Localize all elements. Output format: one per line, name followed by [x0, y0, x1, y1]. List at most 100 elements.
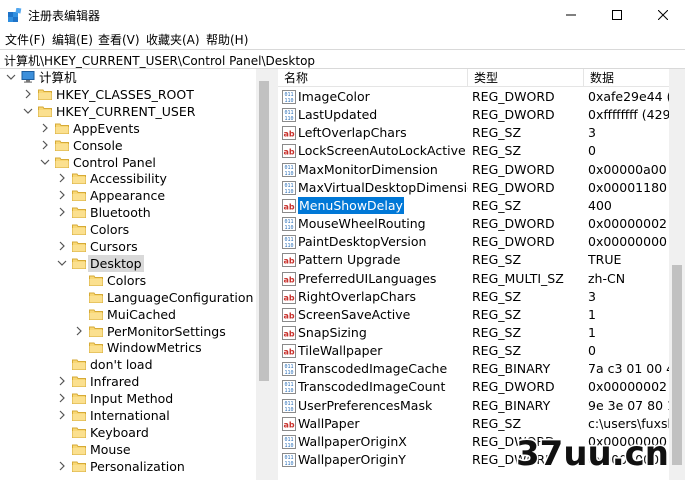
- folder-icon: [72, 241, 86, 252]
- chevron-down-icon[interactable]: [57, 258, 67, 268]
- tree-node[interactable]: PerMonitorSettings: [0, 323, 256, 340]
- value-row[interactable]: 011 110 MaxVirtualDesktopDimension REG_DWOR…: [278, 179, 670, 197]
- chevron-right-icon[interactable]: [57, 190, 67, 200]
- value-row[interactable]: 011 110 TranscodedImageCount REG_DWORD 0x000…: [278, 378, 670, 396]
- value-row[interactable]: ab WallPaper REG_SZ c:\users\fuxshi: [278, 415, 670, 433]
- svg-text:ab: ab: [283, 348, 294, 357]
- tree-node[interactable]: Console: [0, 137, 256, 154]
- chevron-right-icon[interactable]: [57, 376, 67, 386]
- tree-node[interactable]: Personalization: [0, 458, 256, 475]
- list-scrollbar[interactable]: [669, 69, 685, 480]
- tree-node-label: Desktop: [88, 254, 144, 272]
- value-type: REG_SZ: [472, 324, 522, 340]
- menu-file[interactable]: 文件(F): [5, 31, 45, 48]
- tree-node[interactable]: 计算机: [0, 69, 256, 86]
- tree-node[interactable]: Appearance: [0, 187, 256, 204]
- tree-scrollbar[interactable]: [256, 69, 272, 480]
- tree-node-label: Console: [73, 137, 123, 153]
- svg-text:110: 110: [284, 116, 293, 122]
- tree-node[interactable]: Control Panel: [0, 154, 256, 171]
- value-name-text: WallpaperOriginY: [298, 452, 406, 467]
- svg-text:ab: ab: [283, 329, 294, 338]
- value-type: REG_SZ: [472, 252, 522, 268]
- value-name-text: Pattern Upgrade: [298, 252, 401, 268]
- value-name: PaintDesktopVersion: [298, 233, 468, 251]
- chevron-right-icon[interactable]: [40, 140, 50, 150]
- tree-node-label: don't load: [90, 357, 153, 373]
- value-data: 9e 3e 07 80 12: [588, 397, 670, 413]
- chevron-right-icon[interactable]: [57, 173, 67, 183]
- menu-favorites[interactable]: 收藏夹(A): [146, 31, 200, 48]
- value-row[interactable]: ab Pattern Upgrade REG_SZ TRUE: [278, 251, 669, 269]
- tree-node[interactable]: Mouse: [0, 441, 256, 458]
- tree-node[interactable]: Bluetooth: [0, 204, 256, 221]
- value-row[interactable]: 011 110 MouseWheelRouting REG_DWORD 0x000000…: [278, 215, 670, 233]
- menu-view[interactable]: 查看(V): [98, 31, 140, 48]
- tree-node[interactable]: MuiCached: [0, 306, 256, 323]
- close-button[interactable]: [640, 0, 685, 30]
- maximize-button[interactable]: [594, 0, 640, 30]
- value-row[interactable]: ab RightOverlapChars REG_SZ 3: [278, 288, 669, 306]
- value-row[interactable]: ab LockScreenAutoLockActive REG_SZ 0: [278, 142, 669, 160]
- tree-node[interactable]: HKEY_CLASSES_ROOT: [0, 86, 256, 103]
- tree-node[interactable]: Input Method: [0, 390, 256, 407]
- chevron-right-icon[interactable]: [57, 410, 67, 420]
- address-bar[interactable]: 计算机\HKEY_CURRENT_USER\Control Panel\Desk…: [0, 49, 685, 69]
- tree-scrollbar-thumb[interactable]: [259, 81, 269, 381]
- chevron-right-icon[interactable]: [57, 241, 67, 251]
- address-path[interactable]: 计算机\HKEY_CURRENT_USER\Control Panel\Desk…: [4, 52, 315, 69]
- tree-node[interactable]: Cursors: [0, 238, 256, 255]
- tree-node[interactable]: don't load: [0, 356, 256, 373]
- column-header-data[interactable]: 数据: [584, 69, 669, 87]
- value-data: 0xafe29e44 (2: [588, 89, 670, 104]
- chevron-right-icon[interactable]: [40, 123, 50, 133]
- chevron-right-icon[interactable]: [57, 393, 67, 403]
- value-name-text: RightOverlapChars: [298, 288, 417, 304]
- chevron-down-icon[interactable]: [40, 157, 50, 167]
- value-row[interactable]: ab LeftOverlapChars REG_SZ 3: [278, 124, 669, 142]
- chevron-right-icon[interactable]: [23, 89, 33, 99]
- value-row[interactable]: 011 110 LastUpdated REG_DWORD 0xffffffff (42…: [278, 106, 670, 124]
- column-header-type[interactable]: 类型: [468, 69, 584, 87]
- value-type: REG_DWORD: [472, 161, 555, 177]
- minimize-button[interactable]: [548, 0, 594, 30]
- chevron-right-icon[interactable]: [57, 461, 67, 471]
- tree-node[interactable]: Accessibility: [0, 170, 256, 187]
- value-data: 0xffffffff (4294: [588, 107, 670, 123]
- value-name-text: TranscodedImageCount: [298, 379, 446, 395]
- value-row[interactable]: ab MenuShowDelay REG_SZ 400: [278, 196, 669, 215]
- menu-edit[interactable]: 编辑(E): [52, 31, 93, 48]
- column-header-name[interactable]: 名称: [278, 69, 468, 87]
- tree-node[interactable]: International: [0, 407, 256, 424]
- chevron-down-icon[interactable]: [6, 72, 16, 82]
- value-name: ImageColor: [298, 88, 468, 106]
- tree-node[interactable]: Infrared: [0, 373, 256, 390]
- tree-node[interactable]: AppEvents: [0, 120, 256, 137]
- value-row[interactable]: 011 110 PaintDesktopVersion REG_DWORD 0x0000…: [278, 233, 670, 251]
- tree-node[interactable]: LanguageConfiguration: [0, 289, 256, 306]
- tree-node[interactable]: WindowMetrics: [0, 339, 256, 356]
- svg-text:ab: ab: [283, 293, 294, 302]
- value-data: 1: [588, 324, 596, 340]
- value-data: c:\users\fuxshi: [588, 415, 670, 431]
- menu-help[interactable]: 帮助(H): [206, 31, 248, 48]
- value-type: REG_SZ: [472, 306, 522, 322]
- value-name: ScreenSaveActive: [298, 306, 468, 324]
- value-row[interactable]: ab PreferredUILanguages REG_MULTI_SZ zh-CN: [278, 270, 669, 288]
- value-row[interactable]: 011110ImageColor REG_DWORD 0xafe29e44 (2: [278, 88, 670, 106]
- tree-node[interactable]: Keyboard: [0, 424, 256, 441]
- value-row[interactable]: ab TileWallpaper REG_SZ 0: [278, 342, 669, 360]
- value-data: 0x00000002 (2: [588, 216, 670, 232]
- tree-node[interactable]: Desktop: [0, 254, 256, 272]
- tree-node[interactable]: HKEY_CURRENT_USER: [0, 103, 256, 120]
- tree-node[interactable]: Colors: [0, 272, 256, 289]
- value-row[interactable]: ab SnapSizing REG_SZ 1: [278, 324, 669, 342]
- chevron-down-icon[interactable]: [23, 106, 33, 116]
- tree-node[interactable]: Colors: [0, 221, 256, 238]
- chevron-right-icon[interactable]: [57, 207, 67, 217]
- value-row[interactable]: ab ScreenSaveActive REG_SZ 1: [278, 306, 669, 324]
- value-row[interactable]: 011 110 UserPreferencesMask REG_BINARY 9e 3e…: [278, 397, 670, 415]
- chevron-right-icon[interactable]: [74, 326, 84, 336]
- value-row[interactable]: 011 110 TranscodedImageCache REG_BINARY 7a c…: [278, 360, 670, 378]
- value-row[interactable]: 011 110 MaxMonitorDimension REG_DWORD 0x0000…: [278, 161, 670, 179]
